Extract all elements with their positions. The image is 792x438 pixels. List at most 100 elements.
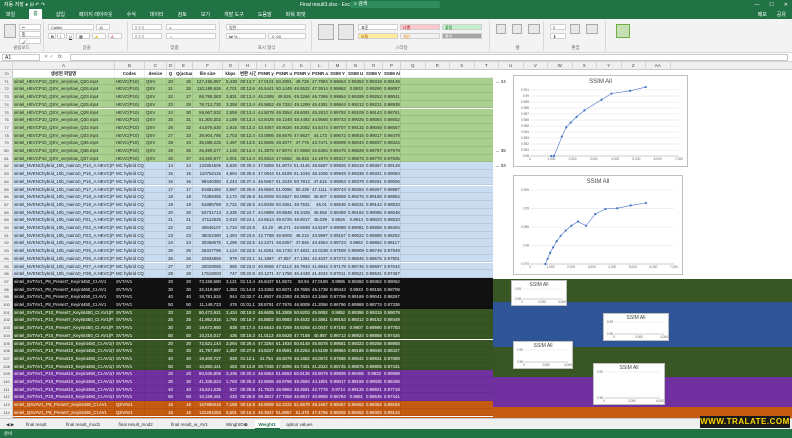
cell[interactable]: 855	[223, 262, 239, 271]
cell[interactable]: 30	[175, 378, 193, 386]
cell[interactable]: 0.99253	[365, 93, 383, 101]
cell[interactable]: 0.98873	[347, 154, 365, 163]
row-number[interactable]: 91	[0, 232, 13, 240]
cell[interactable]: 0.98868	[365, 331, 383, 340]
cell[interactable]: 0.97949	[383, 247, 401, 255]
cell[interactable]: 43.8429	[257, 116, 275, 124]
cell[interactable]: 49.1299	[293, 100, 311, 109]
cell[interactable]: 61885788	[193, 200, 223, 209]
cell[interactable]: 0.97509	[329, 247, 347, 255]
cell[interactable]: 48.5628	[275, 331, 293, 340]
autosum-button[interactable]: Σ	[550, 24, 566, 30]
cell[interactable]: 0.98746	[347, 262, 365, 271]
cell[interactable]: 48.9963	[275, 385, 293, 394]
row-number[interactable]: 109	[0, 370, 13, 378]
cell[interactable]: 46.9009	[293, 301, 311, 309]
cell[interactable]: 0.98262	[383, 231, 401, 240]
cell[interactable]: 3,434	[223, 308, 239, 317]
cell[interactable]: 0.98408	[383, 378, 401, 386]
worksheet-grid[interactable]: 70 71 72 73 74 75 76 77 78 79 80 81 82 83 84 85 86 87 88 89…	[0, 70, 792, 418]
cell[interactable]: 49.2594	[293, 378, 311, 386]
cell[interactable]: 49.9848	[275, 208, 293, 217]
cell[interactable]: MC hybrid CQ	[115, 216, 145, 224]
cell[interactable]: 00:13.7	[239, 77, 257, 86]
row-number[interactable]: 88	[0, 209, 13, 217]
row-number[interactable]: 92	[0, 239, 13, 248]
cell[interactable]: 10,215,017	[193, 331, 223, 340]
cell[interactable]: sintel_NVENChybrid_10b_main10_P22_A.HEVC…	[13, 224, 115, 232]
cell[interactable]: sintel_QSVAV1_P8_Preset7_Keyint450_CI.AV…	[13, 408, 115, 417]
cell[interactable]: 0.99382	[347, 277, 365, 286]
column-header-P[interactable]: P	[383, 62, 401, 70]
cell[interactable]: 21	[167, 85, 175, 94]
cell[interactable]: sintel_SVTAV1_P10_Preset10_Keyint450_CI.…	[13, 378, 115, 386]
cell[interactable]: 47.7358	[275, 393, 293, 402]
cell[interactable]: 00:13.4	[239, 108, 257, 117]
cell[interactable]: 1,915	[223, 123, 239, 132]
cell[interactable]: 48.1567	[311, 401, 329, 409]
sheet-tab[interactable]: final result_w_AV1	[167, 420, 212, 429]
cell[interactable]: sintel_SVTAV1_P10_Preset10_Keyint450_CI.…	[13, 370, 115, 378]
cell[interactable]: sintel_SVTAV1_P10_Preset7_Keyint450_CI.A…	[13, 331, 115, 340]
cell[interactable]: 30	[167, 378, 175, 386]
cell[interactable]: 14	[167, 162, 175, 171]
cell[interactable]: 50	[167, 393, 175, 402]
cell[interactable]: 47.0659	[293, 147, 311, 155]
cell[interactable]: 48.1006	[311, 170, 329, 178]
cell[interactable]: 47.3254	[257, 339, 275, 348]
cell[interactable]: 3,094	[223, 339, 239, 348]
cell[interactable]: 0.96796	[329, 301, 347, 309]
cell[interactable]: 0.98958	[365, 224, 383, 232]
cell[interactable]: 00:16.3	[239, 408, 257, 417]
cell[interactable]: 44,876,630	[193, 123, 223, 132]
cell[interactable]: 0.98990	[365, 324, 383, 332]
cell[interactable]: 24	[175, 239, 193, 248]
cell[interactable]: MC hybrid CQ	[115, 185, 145, 194]
cell[interactable]: 0.99581	[329, 339, 347, 348]
cell[interactable]: 0.99124	[383, 408, 401, 417]
cell[interactable]	[145, 254, 167, 263]
row-number[interactable]: 103	[0, 324, 13, 332]
cell[interactable]: 0.98916	[347, 131, 365, 140]
cell[interactable]: 01:02.7	[239, 293, 257, 301]
cell[interactable]: 0.99098	[329, 224, 347, 232]
cell[interactable]: 2,189	[223, 116, 239, 124]
cell[interactable]: 0.99149	[383, 162, 401, 171]
cell[interactable]: 40	[167, 293, 175, 301]
cell[interactable]: 22	[167, 224, 175, 232]
cell[interactable]: 00:23.5	[239, 239, 257, 248]
cell[interactable]: 0.98938	[383, 100, 401, 109]
cell[interactable]: 0.9881	[347, 393, 365, 402]
cell[interactable]: 16	[167, 408, 175, 417]
cell[interactable]: SSIM All	[383, 70, 401, 78]
font-name-select[interactable]: Calibri	[48, 24, 94, 30]
cell[interactable]: 49.7531	[293, 200, 311, 209]
cell[interactable]: 0.99255	[329, 408, 347, 417]
cell[interactable]: 40.9066	[257, 262, 275, 271]
cell[interactable]: 3,436	[223, 370, 239, 378]
column-header-F[interactable]: F	[193, 62, 223, 70]
column-header-A[interactable]: A	[13, 62, 115, 70]
cell[interactable]: 17	[175, 185, 193, 194]
row-number[interactable]: 95	[0, 263, 13, 271]
cell[interactable]: PSNR avg	[311, 70, 329, 78]
cell[interactable]: 19	[175, 200, 193, 209]
cell[interactable]: 47.9627	[293, 131, 311, 140]
cell[interactable]: 0.9826	[329, 216, 347, 224]
cell[interactable]: Q	[167, 70, 175, 78]
ssim-chart-svtav1-p10-preset10[interactable]: 0.98 0.99 0 2,000 4,000 SSIM All	[593, 363, 665, 405]
row-number[interactable]: 110	[0, 378, 13, 386]
cell[interactable]: 47.7158	[293, 331, 311, 340]
cell[interactable]: 0.97769	[329, 293, 347, 301]
cell[interactable]: 01:10.1	[239, 354, 257, 363]
cell[interactable]: 46.6554	[257, 370, 275, 378]
cell[interactable]: 0.96784	[329, 393, 347, 402]
cell[interactable]: 48.1733	[275, 247, 293, 255]
cell[interactable]: MC hybrid CQ	[115, 177, 145, 186]
cell[interactable]: 51,300,302	[193, 116, 223, 124]
cell[interactable]: 0.99403	[365, 408, 383, 417]
cell[interactable]: 00:24.1	[239, 216, 257, 224]
ribbon-tab-3[interactable]: 페이지 레이아웃	[79, 11, 113, 18]
cell[interactable]: 0.99312	[347, 316, 365, 325]
cell[interactable]: 45.6078	[311, 339, 329, 348]
